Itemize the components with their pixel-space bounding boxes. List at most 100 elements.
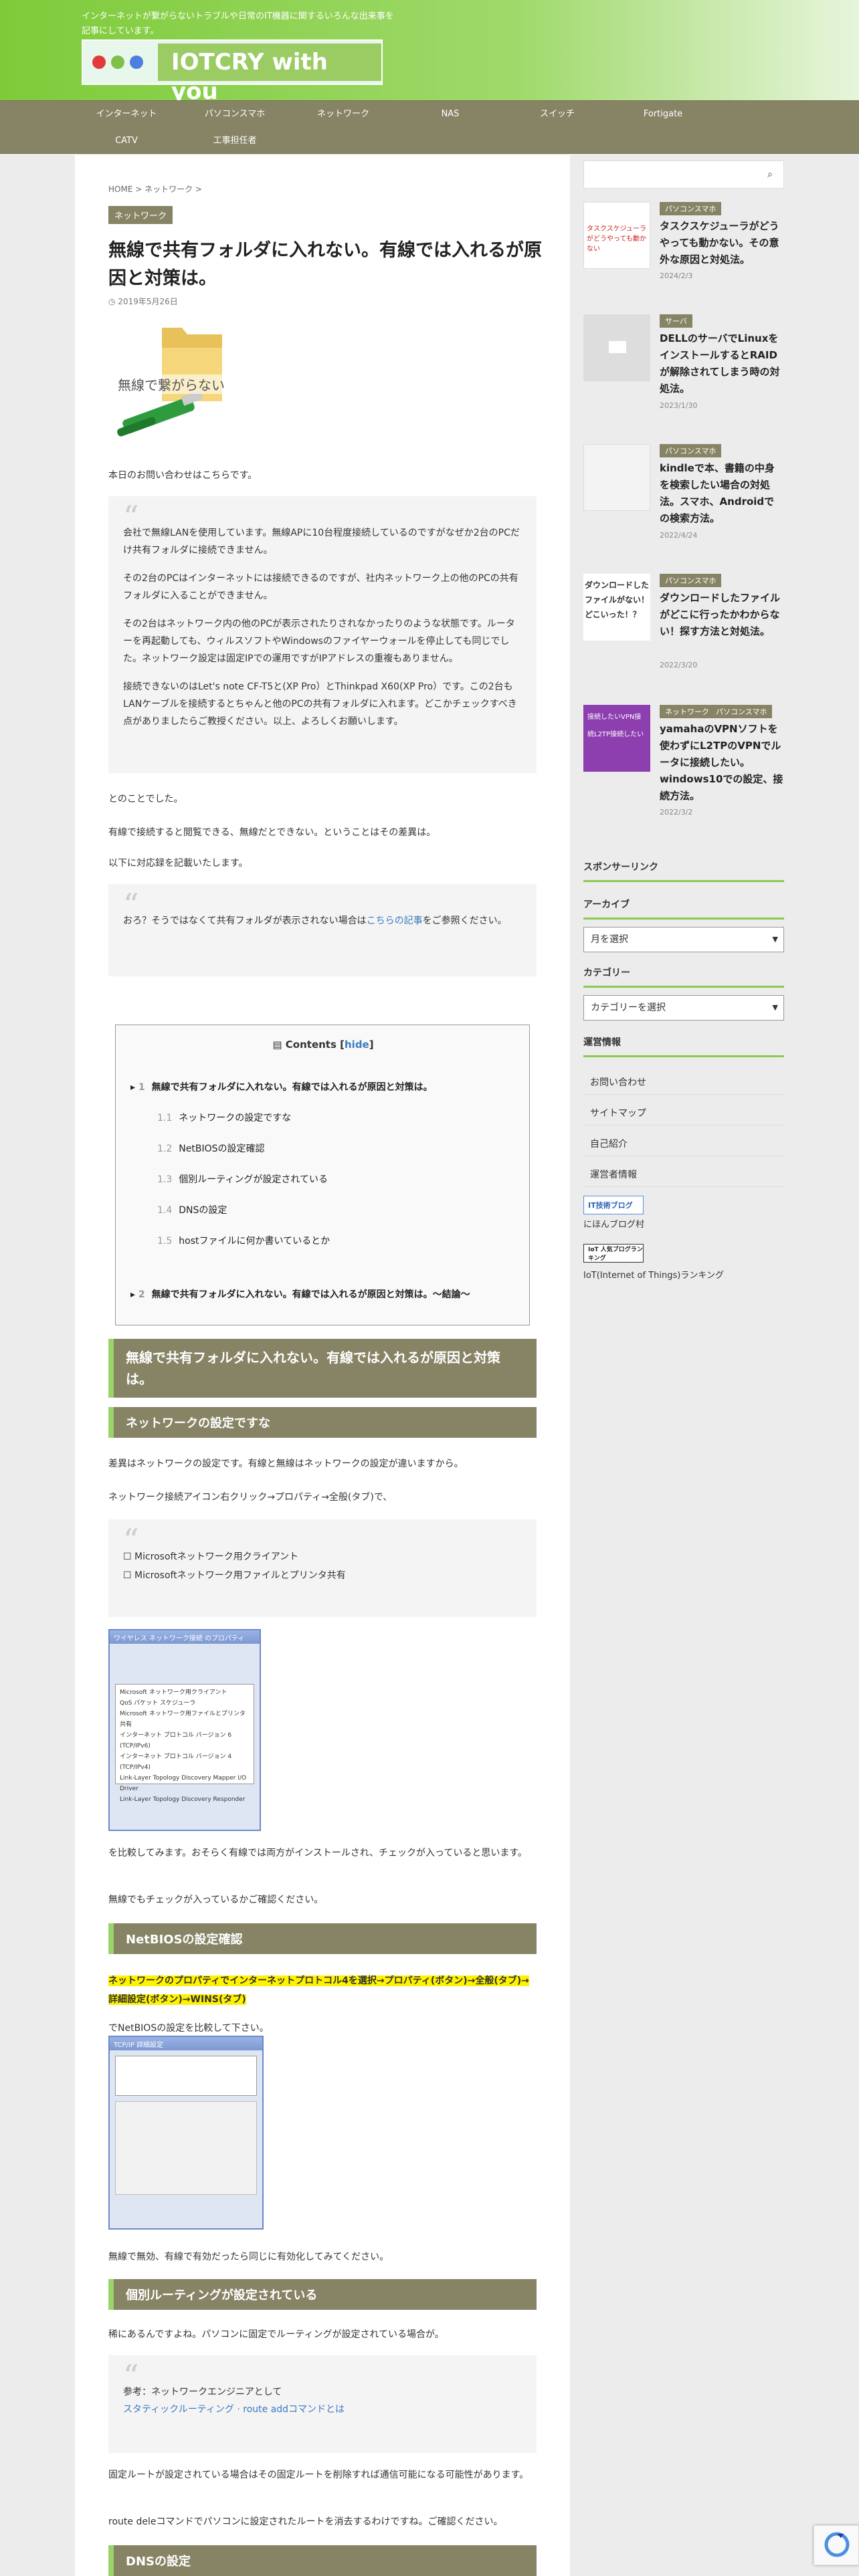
quote-mark-icon: “ (123, 2358, 139, 2394)
toc-item-1-4[interactable]: 1.4 DNSの設定 (157, 1203, 227, 1216)
site-logo[interactable]: IOTCRY with you (82, 39, 383, 105)
info-link-profile[interactable]: 自己紹介 (590, 1137, 628, 1150)
recaptcha-icon (824, 2532, 850, 2557)
s1-para-4: 無線でもチェックが入っているかご確認ください。 (108, 1895, 324, 1905)
toc-item-1-5[interactable]: 1.5 hostファイルに何か書いているとか (157, 1234, 330, 1247)
nav-item-network[interactable]: ネットワーク (286, 101, 400, 128)
search-input[interactable]: ⌕ (583, 160, 784, 189)
s2-highlight: ネットワークのプロパティでインターネットプロトコル4を選択→プロパティ(ボタン)… (108, 1975, 529, 2005)
blog-village-badge[interactable]: IT技術ブログ (583, 1196, 644, 1214)
quote-mark-icon: “ (123, 499, 139, 535)
s1-quote-item-2: ☐ Microsoftネットワーク用ファイルとプリンタ共有 (123, 1570, 346, 1581)
blog-village-link[interactable]: にほんブログ村 (583, 1217, 644, 1230)
nav-item-fortigate[interactable]: Fortigate (606, 101, 720, 128)
note-link[interactable]: こちらの記事 (367, 916, 423, 926)
eyecatch-text: 無線で繋がらない (118, 374, 225, 394)
eyecatch-image: 無線で繋がらない (108, 321, 235, 448)
intro-text: 本日のお問い合わせはこちらです。 (108, 470, 258, 481)
section-heading-network: ネットワークの設定ですな (108, 1407, 537, 1438)
breadcrumb[interactable]: HOME > ネットワーク > (108, 183, 202, 195)
info-link-operator[interactable]: 運営者情報 (590, 1168, 637, 1181)
archive-select[interactable]: 月を選択 ▼ (583, 927, 784, 952)
post-thumbnail: ダウンロードしたファイルがない！どこいった！？ (583, 574, 650, 641)
table-of-contents: ▤ Contents [hide] ▸ 1 無線で共有フォルダに入れない。有線では… (115, 1025, 530, 1325)
s3-quote: “ 参考：ネットワークエンジニアとして スタティックルーティング · route… (108, 2355, 537, 2453)
nav-item-internet[interactable]: インターネット (70, 101, 183, 128)
post-thumbnail: 接続したいVPN接続L2TP接続したい (583, 705, 650, 772)
post-thumbnail: タスクスケジューラがどうやっても動かない (583, 202, 650, 269)
post-date: 2022/3/2 (660, 808, 693, 817)
section-heading-routing: 個別ルーティングが設定されている (108, 2279, 537, 2310)
post-category: サーバ (660, 314, 692, 328)
post-title: kindleで本、書籍の中身を検索したい場合の対処法。スマホ、Androidでの… (660, 462, 775, 524)
search-icon[interactable]: ⌕ (767, 169, 773, 180)
screenshot-titlebar: TCP/IP 詳細設定 (110, 2037, 262, 2050)
sidebar-post-4[interactable]: ダウンロードしたファイルがない！どこいった！？ パソコンスマホ ダウンロードした… (583, 574, 784, 694)
screenshot-tcpip-advanced: TCP/IP 詳細設定 (108, 2036, 264, 2230)
post-date: 2023/1/30 (660, 401, 698, 410)
s1-quote-item-1: ☐ Microsoftネットワーク用クライアント (123, 1551, 299, 1562)
s3-para-2: 固定ルートが設定されている場合はその固定ルートを削除すれば通信可能になる可能性が… (108, 2470, 529, 2480)
category-select[interactable]: カテゴリーを選択 ▼ (583, 995, 784, 1021)
quote-mark-icon: “ (123, 1522, 139, 1558)
inquiry-para-2: その2台のPCはインターネットには接続できるのですが、社内ネットワーク上の他のP… (123, 573, 518, 601)
post-title: yamahaのVPNソフトを使わずにL2TPのVPNでルータに接続したい。win… (660, 723, 783, 802)
logo-dot-blue (130, 56, 143, 69)
toc-title: ▤ Contents [hide] (272, 1039, 374, 1051)
screenshot-titlebar: ワイヤレス ネットワーク接続 のプロパティ (110, 1630, 260, 1644)
archive-heading: アーカイブ (583, 897, 784, 920)
screenshot-network-properties: ワイヤレス ネットワーク接続 のプロパティ Microsoft ネットワーク用ク… (108, 1629, 261, 1831)
sidebar-post-5[interactable]: 接続したいVPN接続L2TP接続したい ネットワーク パソコンスマホ yamah… (583, 705, 784, 825)
toc-item-1[interactable]: ▸ 1 無線で共有フォルダに入れない。有線では入れるが原因と対策は。 (130, 1080, 433, 1093)
logo-dot-green (111, 56, 124, 69)
s3-para-3: route deleコマンドでパソコンに設定されたルートを消去するわけですね。ご… (108, 2516, 503, 2527)
info-link-contact[interactable]: お問い合わせ (590, 1075, 646, 1089)
post-date: 2022/4/24 (660, 531, 698, 540)
chevron-down-icon: ▼ (772, 1003, 778, 1012)
site-header: インターネットが繋がらないトラブルや日常のIT機器に関するいろんな出来事を記事に… (0, 0, 859, 105)
sidebar-post-2[interactable]: サーバ DELLのサーバでLinuxをインストールするとRAIDが解除されてしま… (583, 314, 784, 435)
ranking-link[interactable]: IoT(Internet of Things)ランキング (583, 1268, 724, 1281)
note-prefix: おろ？そうではなくて共有フォルダが表示されない場合は (123, 916, 367, 926)
s1-para-1: 差異はネットワークの設定です。有線と無線はネットワークの設定が違いますから。 (108, 1459, 464, 1469)
recaptcha-badge[interactable] (814, 2525, 859, 2565)
s1-para-2: ネットワーク接続アイコン右クリック→プロパティ→全般(タブ)で、 (108, 1492, 393, 1503)
sponsor-heading: スポンサーリンク (583, 860, 784, 882)
nav-item-nas[interactable]: NAS (393, 101, 507, 128)
category-label[interactable]: ネットワーク (108, 206, 173, 224)
section-heading-netbios: NetBIOSの設定確認 (108, 1923, 537, 1954)
post-title: DELLのサーバでLinuxをインストールするとRAIDが解除されてしまう時の対… (660, 332, 780, 395)
toc-hide-link[interactable]: hide (345, 1039, 369, 1051)
post-title: ダウンロードしたファイルがどこに行ったかわからない！探す方法と対処法。 (660, 592, 781, 637)
page-title: 無線で共有フォルダに入れない。有線では入れるが原因と対策は。 (108, 240, 542, 289)
ranking-badge[interactable]: IoT 人気ブログランキング (583, 1244, 644, 1263)
post-category-2: パソコンスマホ (710, 705, 773, 718)
post-category: パソコンスマホ (660, 574, 722, 587)
info-link-sitemap[interactable]: サイトマップ (590, 1106, 646, 1119)
after-text-2: 有線で接続すると閲覧できる、無線だとできない。ということはその差異は。 (108, 827, 436, 838)
toc-item-1-2[interactable]: 1.2 NetBIOSの設定確認 (157, 1142, 264, 1155)
site-tagline: インターネットが繋がらないトラブルや日常のIT機器に関するいろんな出来事を記事に… (82, 11, 394, 36)
chevron-down-icon: ▼ (772, 935, 778, 944)
toc-item-1-1[interactable]: 1.1 ネットワークの設定ですな (157, 1111, 291, 1124)
toc-item-1-3[interactable]: 1.3 個別ルーティングが設定されている (157, 1172, 328, 1186)
inquiry-quote: “ 会社で無線LANを使用しています。無線APに10台程度接続しているのですがな… (108, 496, 537, 773)
after-text-3: 以下に対応録を記載いたします。 (108, 858, 248, 869)
global-nav: インターネット パソコンスマホ ネットワーク NAS スイッチ Fortigat… (0, 100, 859, 154)
component-list: Microsoft ネットワーク用クライアント QoS パケット スケジューラ … (115, 1684, 254, 1803)
inquiry-para-4: 接続できないのはLet's note CF-T5と(XP Pro）とThinkp… (123, 681, 517, 727)
section-heading-h2: 無線で共有フォルダに入れない。有線では入れるが原因と対策は。 (108, 1339, 537, 1398)
sidebar-post-1[interactable]: タスクスケジューラがどうやっても動かない パソコンスマホ タスクスケジューラがど… (583, 202, 784, 322)
logo-dots (92, 56, 143, 69)
post-thumbnail (583, 444, 650, 511)
post-title: タスクスケジューラがどうやっても動かない。その意外な原因と対処法。 (660, 220, 779, 265)
nav-item-switch[interactable]: スイッチ (500, 101, 614, 128)
nav-item-pc-smartphone[interactable]: パソコンスマホ (178, 101, 292, 128)
toc-item-2[interactable]: ▸ 2 無線で共有フォルダに入れない。有線では入れるが原因と対策は。〜結論〜 (130, 1287, 470, 1301)
s2-para-2: 無線で無効、有線で有効だったら同じに有効化してみてください。 (108, 2252, 389, 2262)
s3-quote-link[interactable]: スタティックルーティング · route addコマンドとは (123, 2404, 345, 2415)
nav-item-construction[interactable]: 工事担任者 (178, 128, 292, 154)
s3-para-1: 稀にあるんですよね。パソコンに固定でルーティングが設定されている場合が。 (108, 2329, 444, 2340)
nav-item-catv[interactable]: CATV (70, 128, 183, 154)
sidebar-post-3[interactable]: パソコンスマホ kindleで本、書籍の中身を検索したい場合の対処法。スマホ、A… (583, 444, 784, 564)
